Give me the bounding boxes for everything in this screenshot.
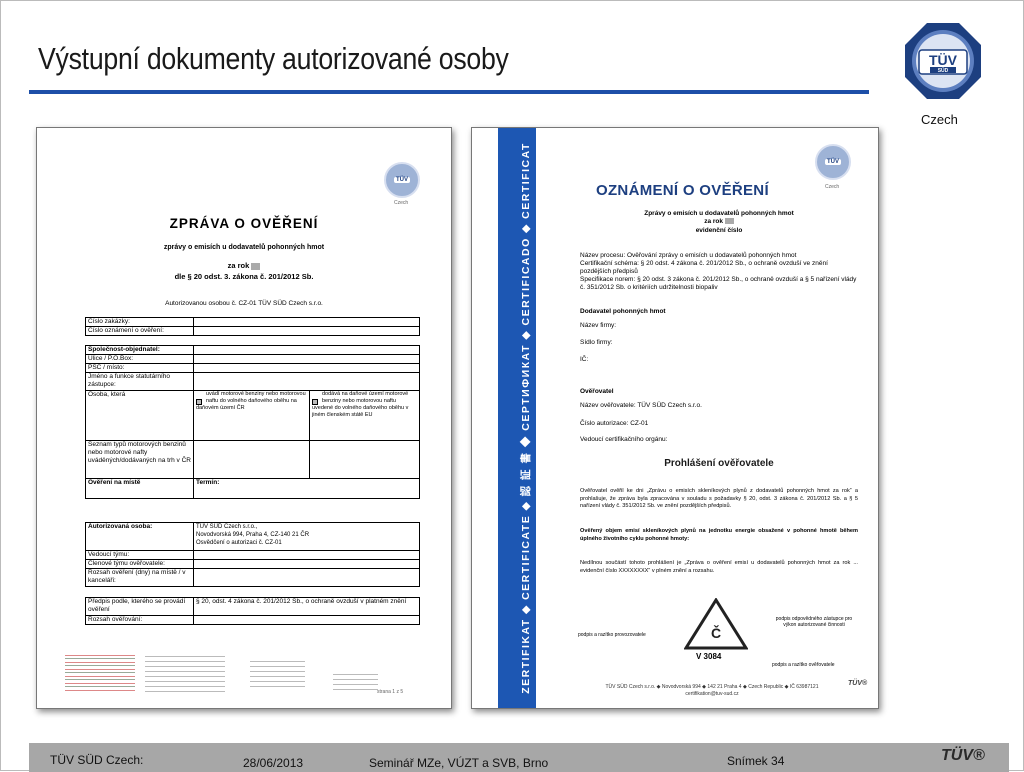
form-label: PSČ / místo: — [85, 363, 194, 373]
nedilna-text: Nedílnou součástí tohoto prohlášení je „… — [580, 560, 858, 574]
zprava-authorized-by: Autorizovanou osobou č. CZ-01 TÜV SÜD Cz… — [165, 300, 323, 307]
form-table-predpis: Předpis podle, kterého se provádí ověřen… — [85, 597, 420, 625]
zprava-document: TÜV Czech ZPRÁVA O OVĚŘENÍ zprávy o emis… — [36, 127, 452, 709]
footer-brand: TÜV® — [941, 747, 985, 764]
sign-right-2: podpis a razítko ověřovatele — [772, 662, 835, 668]
spec-norem: Specifikace norem: § 20 odst. 3 zákona č… — [580, 276, 857, 291]
vedouci: Vedoucí certifikačního orgánu: — [580, 436, 668, 443]
form-table-ao: Autorizovaná osoba: TÜV SÜD Czech s.r.o.… — [85, 522, 420, 587]
svg-text:Č: Č — [711, 624, 721, 641]
sidlo-firmy: Sídlo firmy: — [580, 339, 613, 346]
form-table-top: Číslo zakázky: Číslo oznámení o ověření: — [85, 317, 420, 336]
zprava-law: dle § 20 odst. 3. zákona č. 201/2012 Sb. — [174, 272, 314, 281]
slide-title: Výstupní dokumenty autorizované osoby — [38, 41, 509, 76]
form-label: Jméno a funkce statutárního zástupce: — [85, 372, 194, 391]
sign-left: podpis a razítko provozovatele — [578, 632, 646, 638]
form-label: Rozsah ověřování: — [85, 615, 194, 625]
cislo-autorizace: Číslo autorizace: CZ-01 — [580, 420, 649, 427]
title-underline — [29, 90, 869, 94]
form-label: Číslo zakázky: — [85, 317, 194, 327]
oznameni-year: za rok — [580, 218, 858, 226]
form-table-company: Společnost-objednatel: Ulice / P.O.Box: … — [85, 345, 420, 499]
nazev-firmy: Název firmy: — [580, 322, 617, 329]
sign-right: podpis odpovědného zástupce pro výkon au… — [775, 616, 853, 628]
oznameni-footer-line: TÜV SÜD Czech s.r.o. ◆ Novodvorská 994 ◆… — [605, 684, 819, 690]
page-number: strana 1 z 5 — [377, 689, 404, 695]
certificate-band-text: ZERTIFIKAT ◆ CERTIFICATE ◆ 認 証 書 ◆ СЕРТИ… — [520, 142, 532, 694]
form-label: Vedoucí týmu: — [85, 550, 194, 560]
form-label: Seznam typů motorových benzinů nebo moto… — [85, 440, 194, 479]
form-label: Společnost-objednatel: — [85, 345, 194, 355]
logo-caption: Czech — [921, 112, 958, 127]
mini-logo-caption: Czech — [825, 184, 840, 190]
form-label: Členové týmu ověřovatele: — [85, 559, 194, 569]
oznameni-subtitle: Zprávy o emisích u dodavatelů pohonných … — [644, 210, 794, 217]
tuv-logo-icon: TÜV SÜD — [905, 23, 981, 99]
form-label: Číslo oznámení o ověření: — [85, 326, 194, 336]
oznameni-footer-brand: TÜV® — [848, 680, 868, 687]
oznameni-evid: evidenční číslo — [695, 227, 743, 234]
accreditation-mark-icon: Č — [684, 598, 748, 650]
objem-text: Ověřený objem emisí skleníkových plynů n… — [580, 528, 858, 542]
footer-slide-number: Snímek 34 — [727, 754, 785, 768]
prohlaseni-text: Ověřovatel ověřil ke dni „Zprávu o emisí… — [580, 488, 858, 509]
oznameni-footer-mail: certifikation@tuv-sud.cz — [685, 691, 739, 697]
form-label: Ulice / P.O.Box: — [85, 354, 194, 364]
footer-date: 28/06/2013 — [243, 756, 304, 770]
dodavatel-header: Dodavatel pohonných hmot — [580, 308, 666, 315]
form-label: Rozsah ověření (dny) na místě / v kancel… — [85, 568, 194, 587]
zprava-footer-fineprint: strana 1 z 5 — [65, 652, 425, 698]
zprava-title: ZPRÁVA O OVĚŘENÍ — [169, 216, 319, 231]
slide: Výstupní dokumenty autorizované osoby TÜ… — [0, 0, 1024, 772]
logo-text: TÜV — [929, 52, 958, 68]
nazev-overovatele: Název ověřovatele: TÜV SÜD Czech s.r.o. — [580, 402, 702, 409]
ic: IČ: — [580, 356, 589, 363]
zprava-subtitle: zprávy o emisích u dodavatelů pohonných … — [163, 244, 325, 251]
form-option-1[interactable]: uvádí motorové benziny nebo motorovou na… — [193, 390, 310, 441]
form-label: Předpis podle, kterého se provádí ověřen… — [85, 597, 194, 616]
oznameni-title: OZNÁMENÍ O OVĚŘENÍ — [596, 182, 769, 199]
mini-logo-caption: Czech — [394, 200, 409, 206]
footer-seminar: Seminář MZe, VÚZT a SVB, Brno — [369, 756, 549, 770]
v-number: V 3084 — [696, 652, 722, 661]
nazev-procesu: Název procesu: Ověřování zprávy o emisíc… — [580, 252, 797, 259]
form-option-2[interactable]: dodává na daňové území motorové benziny … — [309, 390, 420, 441]
footer-company: TÜV SÜD Czech: — [50, 753, 144, 767]
zprava-year: za rok — [37, 261, 451, 270]
form-value: § 20, odst. 4 zákona č. 201/2012 Sb., o … — [193, 597, 420, 616]
oznameni-document: ZERTIFIKAT ◆ CERTIFICATE ◆ 認 証 書 ◆ СЕРТИ… — [471, 127, 879, 709]
logo-subtext: SÜD — [938, 67, 949, 74]
form-label: Autorizovaná osoba: — [85, 522, 194, 551]
form-label: Ověření na místě — [85, 478, 194, 499]
mini-logo-icon: TÜV — [815, 144, 851, 180]
overovatel-header: Ověřovatel — [580, 388, 614, 395]
prohlaseni-heading: Prohlášení ověřovatele — [664, 458, 774, 469]
cert-schema: Certifikační schéma: § 20 odst. 4 zákona… — [580, 260, 828, 275]
form-label: Termín: — [193, 478, 420, 499]
form-label: Osoba, která — [85, 390, 194, 441]
mini-logo-icon: TÜV — [384, 162, 420, 198]
